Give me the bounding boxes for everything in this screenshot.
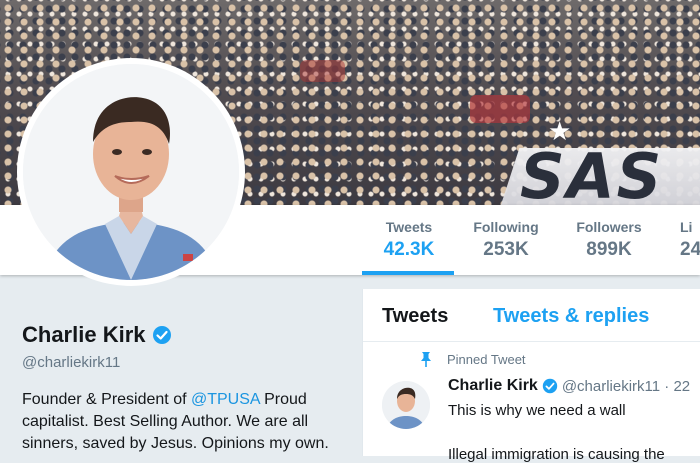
- stat-value: 253K: [483, 239, 529, 260]
- stat-value: 24: [680, 239, 700, 260]
- verified-badge-icon: [152, 326, 171, 344]
- tweet-author-name[interactable]: Charlie Kirk: [448, 377, 538, 395]
- tab-tweets[interactable]: Tweets: [382, 305, 448, 328]
- banner-crowd-detail: [300, 60, 345, 82]
- pinned-tweet-indicator: Pinned Tweet: [419, 351, 526, 367]
- stat-likes[interactable]: Li 24: [680, 219, 700, 261]
- tweet-header: Charlie Kirk @charliekirk11 · 22: [448, 377, 690, 395]
- stat-tweets[interactable]: Tweets 42.3K: [377, 219, 441, 261]
- stat-label: Following: [473, 219, 539, 235]
- active-stat-indicator: [362, 271, 454, 275]
- banner-crowd-detail: [470, 95, 530, 123]
- bio-mention-link[interactable]: @TPUSA: [191, 391, 260, 408]
- stat-label: Followers: [576, 219, 642, 235]
- profile-name-row: Charlie Kirk: [22, 322, 172, 348]
- tweet-text: Illegal immigration is causing the: [448, 446, 665, 463]
- banner-sign-text: SAS: [520, 140, 664, 205]
- profile-handle[interactable]: @charliekirk11: [22, 354, 120, 371]
- tweet-author-handle[interactable]: @charliekirk11 · 22: [562, 378, 690, 395]
- stat-following[interactable]: Following 253K: [470, 219, 542, 261]
- tweet-avatar[interactable]: [382, 381, 430, 429]
- pin-icon: [421, 352, 431, 367]
- bio-text: Founder & President of: [22, 391, 191, 408]
- tweet-text: This is why we need a wall: [448, 402, 626, 419]
- profile-name[interactable]: Charlie Kirk: [22, 322, 146, 348]
- timeline: Tweets Tweets & replies Pinned Tweet Cha…: [362, 289, 700, 463]
- stat-value: 42.3K: [383, 239, 435, 260]
- pinned-label: Pinned Tweet: [447, 351, 526, 367]
- stat-label: Tweets: [385, 219, 433, 235]
- stat-value: 899K: [586, 239, 632, 260]
- profile-bio: Founder & President of @TPUSA Proud capi…: [22, 389, 352, 455]
- tab-tweets-and-replies[interactable]: Tweets & replies: [493, 305, 649, 328]
- stat-label: Li: [680, 219, 693, 235]
- verified-badge-icon: [542, 378, 558, 394]
- stat-followers[interactable]: Followers 899K: [572, 219, 646, 261]
- timeline-tabs: Tweets Tweets & replies: [363, 289, 700, 342]
- avatar[interactable]: [23, 64, 239, 280]
